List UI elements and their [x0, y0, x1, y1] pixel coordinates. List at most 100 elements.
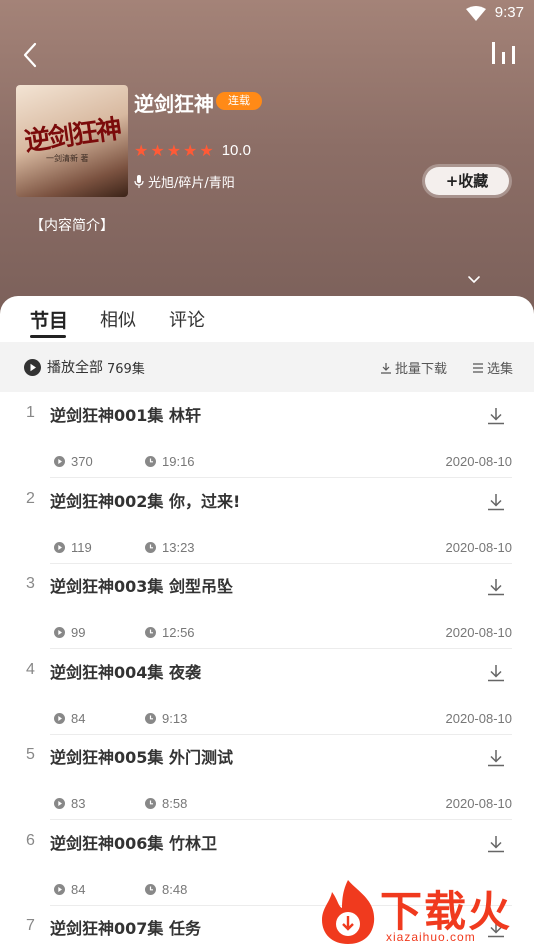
author-names: 光旭/碎片/青阳: [148, 176, 235, 191]
batch-download-label: 批量下载: [395, 362, 448, 377]
play-count-value: 119: [71, 539, 92, 555]
album-cover: 逆剑狂神 一剑清新 著: [16, 85, 128, 197]
list-icon: [473, 362, 483, 373]
rating-score: 10.0: [221, 141, 251, 159]
download-icon[interactable]: [486, 492, 506, 512]
play-count: 99: [54, 625, 85, 640]
status-badge: 连载: [216, 92, 262, 110]
favorite-label: +收藏: [425, 167, 509, 195]
episode-row[interactable]: 5 逆剑狂神005集 外门测试 83 8:58 2020-08-10: [0, 734, 534, 820]
clock-icon: [145, 541, 156, 553]
batch-download-button[interactable]: 批量下载: [380, 358, 447, 377]
play-count-icon: [54, 456, 65, 467]
episode-row[interactable]: 4 逆剑狂神004集 夜袭 84 9:13 2020-08-10: [0, 649, 534, 735]
star-icon: ★: [166, 140, 182, 160]
play-count: 84: [54, 882, 85, 897]
episode-title[interactable]: 逆剑狂神005集 外门测试: [50, 744, 233, 768]
duration: 19:16: [145, 454, 195, 469]
download-icon[interactable]: [486, 834, 506, 854]
episode-row[interactable]: 3 逆剑狂神003集 剑型吊坠 99 12:56 2020-08-10: [0, 563, 534, 649]
play-count-icon: [54, 712, 65, 724]
download-icon[interactable]: [486, 406, 506, 426]
play-all-bar: 播放全部 769集 批量下载 选集: [0, 342, 534, 392]
episode-number: 3: [26, 575, 35, 592]
clock-icon: [145, 712, 156, 724]
wifi-icon: [466, 6, 486, 21]
download-icon[interactable]: [486, 748, 506, 768]
duration: 8:48: [145, 882, 187, 897]
episode-title[interactable]: 逆剑狂神001集 林轩: [50, 402, 201, 426]
intro-label[interactable]: 【内容简介】: [30, 215, 114, 235]
play-count: 84: [54, 711, 85, 726]
duration-value: 8:58: [162, 796, 188, 811]
clock-icon: [145, 883, 156, 895]
status-time: 9:37: [494, 4, 524, 21]
watermark: 下载火 xiazaihuo.com: [318, 878, 530, 946]
album-header: 9:37 逆剑狂神 一剑清新 著 逆剑狂神 连载 ★ ★ ★ ★ ★ 10.0 …: [0, 0, 534, 330]
episode-number: 6: [26, 831, 35, 849]
chevron-down-icon[interactable]: [466, 274, 482, 286]
episode-title[interactable]: 逆剑狂神006集 竹林卫: [50, 830, 217, 854]
star-icon: ★: [150, 140, 165, 160]
status-bar: 9:37: [0, 0, 534, 30]
select-episodes-button[interactable]: 选集: [472, 358, 513, 377]
episode-number: 7: [26, 917, 35, 934]
episode-number: 2: [26, 489, 35, 507]
episode-row[interactable]: 2 逆剑狂神002集 你，过来! 119 13:23 2020-08-10: [0, 478, 534, 564]
back-icon[interactable]: [16, 40, 46, 70]
watermark-subtext: xiazaihuo.com: [386, 930, 476, 944]
tab-similar[interactable]: 相似: [100, 306, 136, 332]
clock-icon: [145, 627, 156, 638]
content-sheet: 节目 相似 评论 播放全部 769集 批量下载 选集 1 逆剑狂神001集 林轩: [0, 296, 534, 949]
play-count-icon: [54, 883, 65, 895]
cover-subtitle: 一剑清新 著: [46, 154, 89, 163]
tab-bar: 节目 相似 评论: [0, 296, 534, 342]
bar-chart-icon[interactable]: [490, 40, 518, 68]
fire-logo-icon: [322, 880, 375, 944]
tab-comments[interactable]: 评论: [169, 306, 205, 332]
play-all-button[interactable]: 播放全部 769集: [24, 357, 145, 377]
publish-date: 2020-08-10: [445, 539, 513, 555]
play-count: 119: [54, 540, 92, 555]
episode-count: 769集: [107, 361, 145, 377]
publish-date: 2020-08-10: [445, 625, 513, 640]
episode-title[interactable]: 逆剑狂神002集 你，过来!: [50, 488, 240, 512]
duration: 8:58: [145, 796, 187, 811]
duration: 9:13: [145, 711, 187, 726]
play-count-value: 84: [71, 881, 86, 897]
play-count-icon: [54, 627, 65, 638]
play-count-value: 99: [71, 625, 86, 640]
download-icon: [381, 362, 391, 374]
episode-row[interactable]: 1 逆剑狂神001集 林轩 370 19:16 2020-08-10: [0, 392, 534, 478]
favorite-button[interactable]: +收藏: [422, 164, 512, 198]
star-icon: ★: [134, 140, 149, 160]
active-tab-indicator: [30, 335, 66, 338]
duration-value: 13:23: [162, 539, 195, 555]
clock-icon: [145, 456, 156, 467]
album-title: 逆剑狂神: [134, 92, 214, 116]
episode-title[interactable]: 逆剑狂神007集 任务: [50, 915, 201, 939]
author-line: 光旭/碎片/青阳: [134, 172, 235, 191]
play-all-label: 播放全部: [47, 360, 103, 376]
duration-value: 9:13: [162, 710, 188, 726]
star-icon: ★: [183, 140, 198, 160]
play-circle-icon: [24, 358, 41, 376]
duration-value: 8:48: [162, 881, 188, 897]
tab-episodes[interactable]: 节目: [30, 306, 68, 333]
duration: 13:23: [145, 540, 195, 555]
play-count-value: 370: [71, 454, 93, 469]
duration-value: 19:16: [162, 454, 195, 469]
download-icon[interactable]: [486, 663, 506, 683]
duration-value: 12:56: [162, 625, 195, 640]
episode-title[interactable]: 逆剑狂神004集 夜袭: [50, 659, 201, 683]
play-count-value: 83: [71, 796, 86, 811]
select-label: 选集: [487, 362, 514, 377]
episode-title[interactable]: 逆剑狂神003集 剑型吊坠: [50, 573, 233, 597]
duration: 12:56: [145, 625, 195, 640]
episode-number: 1: [26, 404, 35, 421]
play-count: 370: [54, 454, 93, 469]
download-icon[interactable]: [486, 577, 506, 597]
play-count: 83: [54, 796, 85, 811]
publish-date: 2020-08-10: [445, 454, 513, 469]
episode-number: 4: [26, 660, 35, 678]
